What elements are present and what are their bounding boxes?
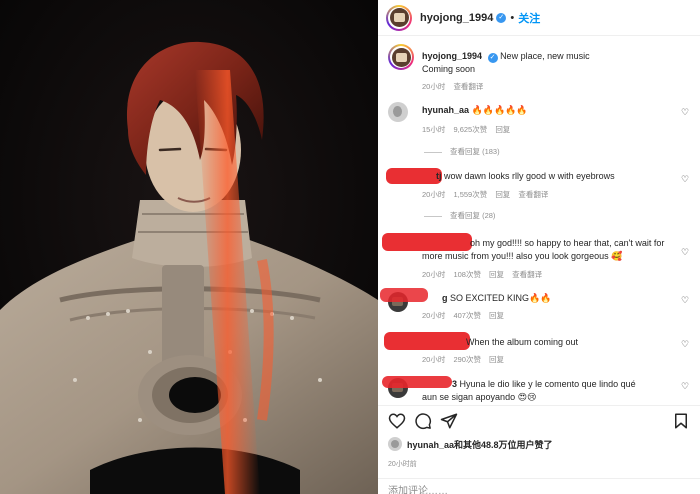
- comment-likes[interactable]: 108次赞: [453, 270, 481, 279]
- comment-input-placeholder[interactable]: 添加评论……: [388, 482, 448, 494]
- comment-time: 20小时: [422, 355, 446, 364]
- comment-time: 20小时: [422, 311, 446, 320]
- comment-username-fragment[interactable]: tj: [436, 171, 442, 181]
- view-replies-link[interactable]: 查看回复 (28): [424, 210, 495, 221]
- liker-avatar: [388, 437, 402, 451]
- comment-heart-icon[interactable]: ♡: [681, 340, 690, 349]
- comment-likes[interactable]: 9,625次赞: [453, 125, 487, 134]
- comment-text-line1: Hyuna le dio like y le comento que lindo…: [459, 379, 636, 389]
- caption-translate-link[interactable]: 查看翻译: [453, 82, 483, 91]
- comment-likes[interactable]: 290次赞: [453, 355, 481, 364]
- likes-summary[interactable]: hyunah_aa和其他48.8万位用户赞了: [388, 437, 553, 451]
- redaction-mark: [380, 288, 428, 302]
- reply-button[interactable]: 回复: [489, 270, 504, 279]
- header-separator: •: [510, 11, 515, 24]
- post-time: 20小时前: [388, 461, 417, 468]
- caption-text-line2: Coming soon: [422, 64, 476, 74]
- post-action-bar: [378, 405, 700, 433]
- reply-button[interactable]: 回复: [489, 355, 504, 364]
- follow-button[interactable]: 关注: [518, 10, 540, 26]
- comment-text-line2: aun se sigan apoyando 😍😢: [422, 392, 537, 402]
- verified-badge-icon: ✓: [496, 12, 507, 23]
- translate-link[interactable]: 查看翻译: [518, 190, 548, 199]
- comment-time: 15小时: [422, 125, 446, 134]
- post-photo-illustration: [0, 0, 378, 494]
- avatar-story-ring[interactable]: [386, 4, 412, 31]
- header-username[interactable]: hyojong_1994: [420, 12, 493, 24]
- comment-text-line2: more music from you!!! also you look gor…: [422, 251, 623, 261]
- comment-likes[interactable]: 1,559次赞: [453, 190, 487, 199]
- verified-badge-icon: ✓: [487, 53, 498, 63]
- reply-button[interactable]: 回复: [495, 125, 510, 134]
- caption-text-line1: New place, new music: [500, 51, 590, 61]
- comment-icon[interactable]: [414, 412, 432, 430]
- caption-avatar[interactable]: [388, 44, 414, 70]
- commenter-avatar[interactable]: [388, 102, 408, 122]
- comment-text-line1: oh my god!!!! so happy to hear that, can…: [470, 238, 665, 248]
- comment-heart-icon[interactable]: ♡: [681, 382, 690, 391]
- comment-username-fragment[interactable]: g: [442, 293, 448, 303]
- bookmark-icon[interactable]: [672, 412, 690, 430]
- avatar: [391, 47, 411, 67]
- comment-text: 🔥🔥🔥🔥🔥: [471, 105, 528, 115]
- likes-text: hyunah_aa和其他48.8万位用户赞了: [407, 439, 553, 450]
- comment-heart-icon[interactable]: ♡: [681, 248, 690, 257]
- post-header: hyojong_1994 ✓ • 关注: [378, 0, 700, 36]
- post-sidebar: hyojong_1994 ✓ • 关注 hyojong_1994 ✓ New p…: [378, 0, 700, 494]
- comment-text: wow dawn looks rlly good w with eyebrows: [444, 171, 615, 181]
- comment-text: SO EXCITED KING🔥🔥: [450, 293, 552, 303]
- avatar: [389, 8, 409, 27]
- caption-username[interactable]: hyojong_1994: [422, 51, 482, 61]
- view-replies-link[interactable]: 查看回复 (183): [424, 146, 500, 157]
- paper-plane-icon[interactable]: [440, 412, 458, 430]
- comment-heart-icon[interactable]: ♡: [681, 108, 690, 117]
- heart-icon[interactable]: [388, 412, 406, 430]
- add-comment-bar[interactable]: 添加评论……: [378, 478, 700, 494]
- comment-time: 20小时: [422, 190, 446, 199]
- reply-button[interactable]: 回复: [489, 311, 504, 320]
- comment-heart-icon[interactable]: ♡: [681, 175, 690, 184]
- comment-username[interactable]: hyunah_aa: [422, 105, 469, 115]
- comment-text: When the album coming out: [466, 337, 579, 347]
- comment-time: 20小时: [422, 270, 446, 279]
- comment-heart-icon[interactable]: ♡: [681, 296, 690, 305]
- reply-button[interactable]: 回复: [495, 190, 510, 199]
- post-photo[interactable]: [0, 0, 378, 494]
- translate-link[interactable]: 查看翻译: [512, 270, 542, 279]
- comment-username-fragment[interactable]: 3: [452, 379, 457, 389]
- comment-likes[interactable]: 407次赞: [453, 311, 481, 320]
- caption-time: 20小时: [422, 82, 446, 91]
